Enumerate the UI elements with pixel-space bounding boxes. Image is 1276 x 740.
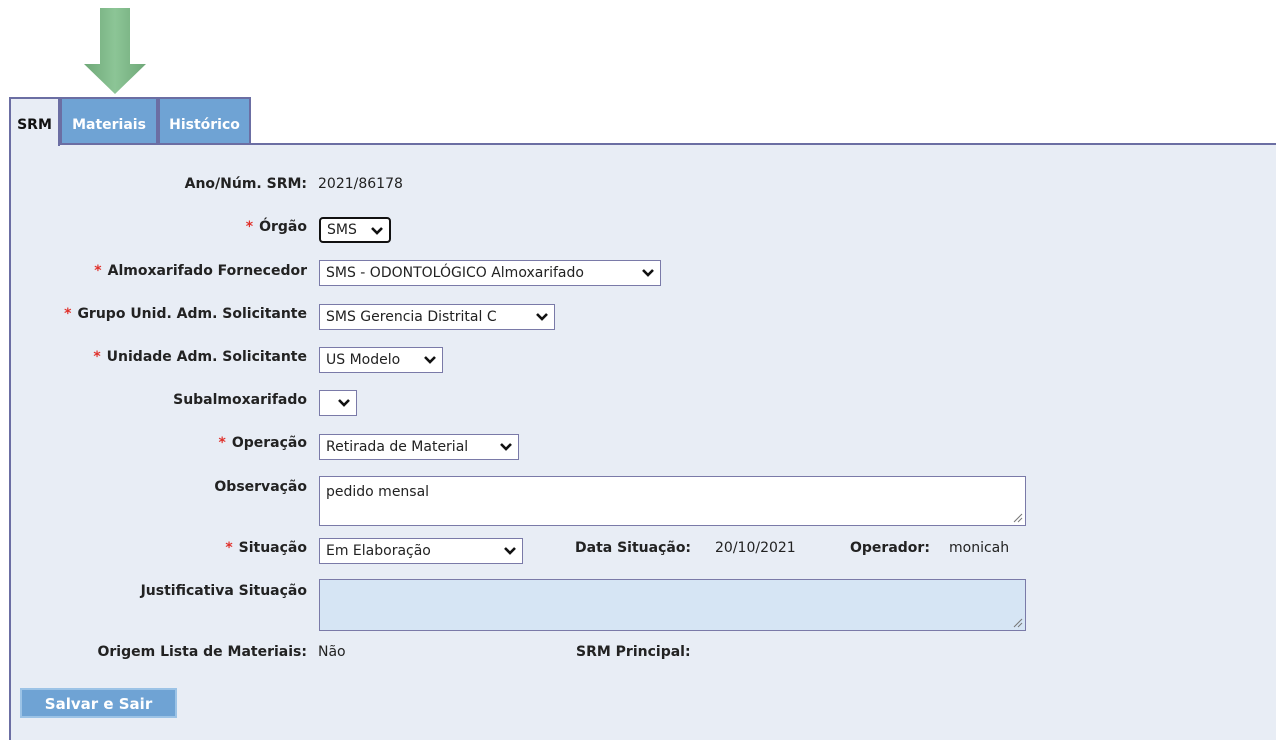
chevron-down-icon — [536, 313, 548, 321]
operador-label: Operador: — [850, 540, 930, 556]
resize-grip-icon[interactable] — [1012, 617, 1023, 628]
origem-value: Não — [318, 644, 346, 660]
operacao-select[interactable]: Retirada de Material — [319, 434, 519, 460]
unidade-select[interactable]: US Modelo — [319, 347, 443, 373]
situacao-label: * Situação — [225, 540, 307, 556]
subalmoxarifado-label: Subalmoxarifado — [173, 392, 307, 408]
data-situacao-label: Data Situação: — [575, 540, 692, 556]
justificativa-label: Justificativa Situação — [140, 583, 307, 599]
subalmoxarifado-select[interactable] — [319, 390, 357, 416]
chevron-down-icon — [424, 356, 436, 364]
origem-label: Origem Lista de Materiais: — [97, 644, 308, 660]
chevron-down-icon — [338, 399, 350, 407]
operador-value: monicah — [949, 540, 1010, 556]
tab-historico[interactable]: Histórico — [158, 97, 251, 144]
down-arrow-icon — [84, 8, 146, 94]
save-and-exit-button[interactable]: Salvar e Sair — [20, 688, 177, 718]
grupo-label: * Grupo Unid. Adm. Solicitante — [64, 306, 307, 322]
almoxarifado-select[interactable]: SMS - ODONTOLÓGICO Almoxarifado — [319, 260, 661, 286]
tab-materiais[interactable]: Materiais — [60, 97, 158, 144]
chevron-down-icon — [504, 547, 516, 555]
almoxarifado-label: * Almoxarifado Fornecedor — [94, 263, 307, 279]
chevron-down-icon — [642, 269, 654, 277]
observacao-label: Observação — [214, 479, 307, 495]
resize-grip-icon[interactable] — [1012, 512, 1023, 523]
operacao-label: * Operação — [218, 435, 307, 451]
unidade-label: * Unidade Adm. Solicitante — [93, 349, 307, 365]
ano-num-value: 2021/86178 — [318, 176, 403, 192]
srm-form-panel: Ano/Núm. SRM: 2021/86178 * Órgão SMS * Alm… — [9, 143, 1276, 740]
orgao-label: * Órgão — [245, 219, 307, 235]
chevron-down-icon — [500, 443, 512, 451]
data-situacao-value: 20/10/2021 — [715, 540, 796, 556]
tab-srm[interactable]: SRM — [9, 97, 60, 146]
grupo-select[interactable]: SMS Gerencia Distrital C — [319, 304, 555, 330]
ano-num-label: Ano/Núm. SRM: — [184, 176, 307, 192]
chevron-down-icon — [371, 227, 383, 235]
justificativa-textarea[interactable] — [319, 579, 1026, 631]
orgao-select[interactable]: SMS — [319, 217, 391, 243]
observacao-textarea[interactable]: pedido mensal — [319, 476, 1026, 526]
srm-principal-label: SRM Principal: — [576, 644, 691, 660]
situacao-select[interactable]: Em Elaboração — [319, 538, 523, 564]
